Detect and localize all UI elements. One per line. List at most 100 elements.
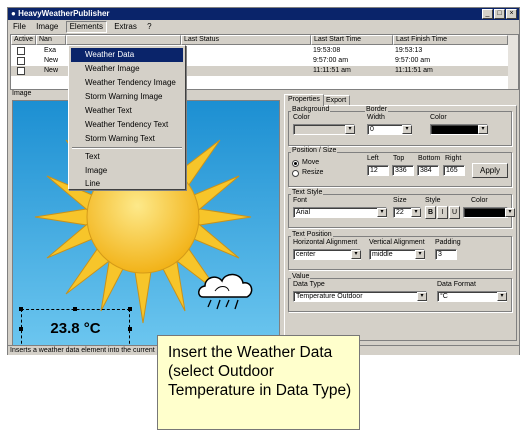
title-bar[interactable]: ● HeavyWeatherPublisher [8, 8, 519, 20]
text-style-group-label: Text Style [291, 189, 324, 196]
row-finish-time: 11:11:51 am [395, 67, 433, 74]
data-type-label: Data Type [293, 281, 325, 288]
image-section-label: Image [12, 90, 32, 97]
underline-button[interactable]: U [449, 206, 460, 219]
background-group-label: Background [291, 106, 331, 113]
padding-label: Padding [435, 239, 461, 246]
value-group-label: Value [291, 273, 311, 280]
window-title: HeavyWeatherPublisher [18, 9, 110, 18]
row-start-time: 11:11:51 am [313, 67, 351, 74]
menu-item-weather-tendency-image[interactable]: Weather Tendency Image [71, 76, 183, 90]
row-start-time: 9:57:00 am [313, 57, 349, 64]
data-type-select[interactable]: Temperature Outdoor [293, 291, 427, 302]
temperature-element[interactable]: 23.8 °C [21, 309, 130, 347]
col-last-status-header[interactable]: Last Status [181, 35, 311, 45]
bottom-label: Bottom [418, 155, 441, 162]
temperature-value: 23.8 °C [50, 320, 101, 337]
resize-label: Resize [302, 169, 324, 176]
top-label: Top [393, 155, 405, 162]
right-input[interactable]: 165 [443, 165, 465, 176]
menu-item-line[interactable]: Line [71, 178, 183, 189]
resize-handle[interactable] [128, 327, 132, 331]
menu-help[interactable]: ? [144, 20, 154, 33]
resize-handle[interactable] [73, 307, 77, 311]
resize-handle[interactable] [19, 307, 23, 311]
maximize-button[interactable]: □ [494, 9, 505, 19]
row-name: Exa [44, 47, 57, 54]
border-width-label: Width [367, 114, 385, 121]
active-checkbox[interactable] [17, 67, 25, 75]
left-label: Left [367, 155, 379, 162]
app-icon: ● [11, 9, 16, 18]
callout-line-1: Insert the Weather Data [168, 344, 333, 361]
data-format-label: Data Format [437, 281, 476, 288]
menu-extras[interactable]: Extras [111, 20, 140, 33]
top-input[interactable]: 336 [392, 165, 414, 176]
chevron-down-icon[interactable]: ▾ [411, 208, 421, 217]
menu-file[interactable]: File [10, 20, 29, 33]
menu-item-storm-warning-image[interactable]: Storm Warning Image [71, 90, 183, 104]
row-finish-time: 19:53:13 [395, 47, 423, 54]
text-color-picker[interactable] [463, 207, 508, 218]
col-name-header[interactable]: Nan [36, 35, 66, 45]
vertical-alignment-label: Vertical Alignment [369, 239, 425, 246]
padding-input[interactable]: 3 [435, 249, 457, 260]
row-name: New [44, 67, 59, 74]
active-checkbox[interactable] [17, 47, 25, 55]
bold-button[interactable]: B [425, 206, 436, 219]
col-spacer-header[interactable] [66, 35, 181, 45]
menu-separator [72, 147, 182, 149]
menu-item-weather-tendency-text[interactable]: Weather Tendency Text [71, 118, 183, 132]
row-start-time: 19:53:08 [313, 47, 341, 54]
active-checkbox[interactable] [17, 57, 25, 65]
menu-item-storm-warning-text[interactable]: Storm Warning Text [71, 132, 183, 146]
menu-item-weather-image[interactable]: Weather Image [71, 62, 183, 76]
border-color-label: Color [430, 114, 447, 121]
move-label: Move [302, 159, 320, 166]
italic-button[interactable]: I [437, 206, 448, 219]
chevron-down-icon[interactable]: ▾ [417, 292, 427, 301]
elements-menu: Weather Data Weather Image Weather Tende… [68, 45, 186, 190]
chevron-down-icon[interactable]: ▾ [505, 208, 515, 217]
menu-item-text[interactable]: Text [71, 150, 183, 164]
resize-radio[interactable] [292, 170, 299, 177]
menu-image[interactable]: Image [33, 20, 61, 33]
size-label: Size [393, 197, 407, 204]
chevron-down-icon[interactable]: ▾ [415, 250, 425, 259]
row-finish-time: 9:57:00 am [395, 57, 431, 64]
font-select[interactable]: Arial [293, 207, 387, 218]
font-label: Font [293, 197, 308, 204]
bottom-input[interactable]: 384 [417, 165, 439, 176]
chevron-down-icon[interactable]: ▾ [351, 250, 361, 259]
chevron-down-icon[interactable]: ▾ [478, 125, 488, 134]
col-last-finish-header[interactable]: Last Finish Time [393, 35, 508, 45]
menu-elements[interactable]: Elements [65, 21, 107, 33]
horizontal-alignment-label: Horizontal Alignment [293, 239, 358, 246]
border-group-label: Border [365, 106, 389, 113]
position-group-label: Position / Size [291, 147, 338, 154]
text-color-label: Color [471, 197, 488, 204]
tab-properties[interactable]: Properties [284, 94, 324, 106]
text-position-group-label: Text Position [291, 231, 333, 238]
menu-item-weather-text[interactable]: Weather Text [71, 104, 183, 118]
col-last-start-header[interactable]: Last Start Time [311, 35, 393, 45]
left-input[interactable]: 12 [367, 165, 389, 176]
move-radio[interactable] [292, 160, 299, 167]
chevron-down-icon[interactable]: ▾ [497, 292, 507, 301]
minimize-button[interactable]: _ [482, 9, 493, 19]
close-button[interactable]: × [506, 9, 517, 19]
menu-item-image[interactable]: Image [71, 164, 183, 178]
chevron-down-icon[interactable]: ▾ [377, 208, 387, 217]
list-scrollbar[interactable] [508, 35, 518, 89]
resize-handle[interactable] [19, 327, 23, 331]
menu-item-weather-data[interactable]: Weather Data [71, 48, 183, 62]
background-color-label: Color [293, 114, 310, 121]
resize-handle[interactable] [128, 307, 132, 311]
properties-tab-body: Background Color ▾ Border Width 0 ▾ Colo… [284, 105, 517, 341]
right-label: Right [445, 155, 462, 162]
chevron-down-icon[interactable]: ▾ [402, 125, 412, 134]
col-active-header[interactable]: Active [11, 35, 36, 45]
chevron-down-icon[interactable]: ▾ [345, 125, 355, 134]
apply-button[interactable]: Apply [472, 163, 508, 178]
style-label: Style [425, 197, 441, 204]
